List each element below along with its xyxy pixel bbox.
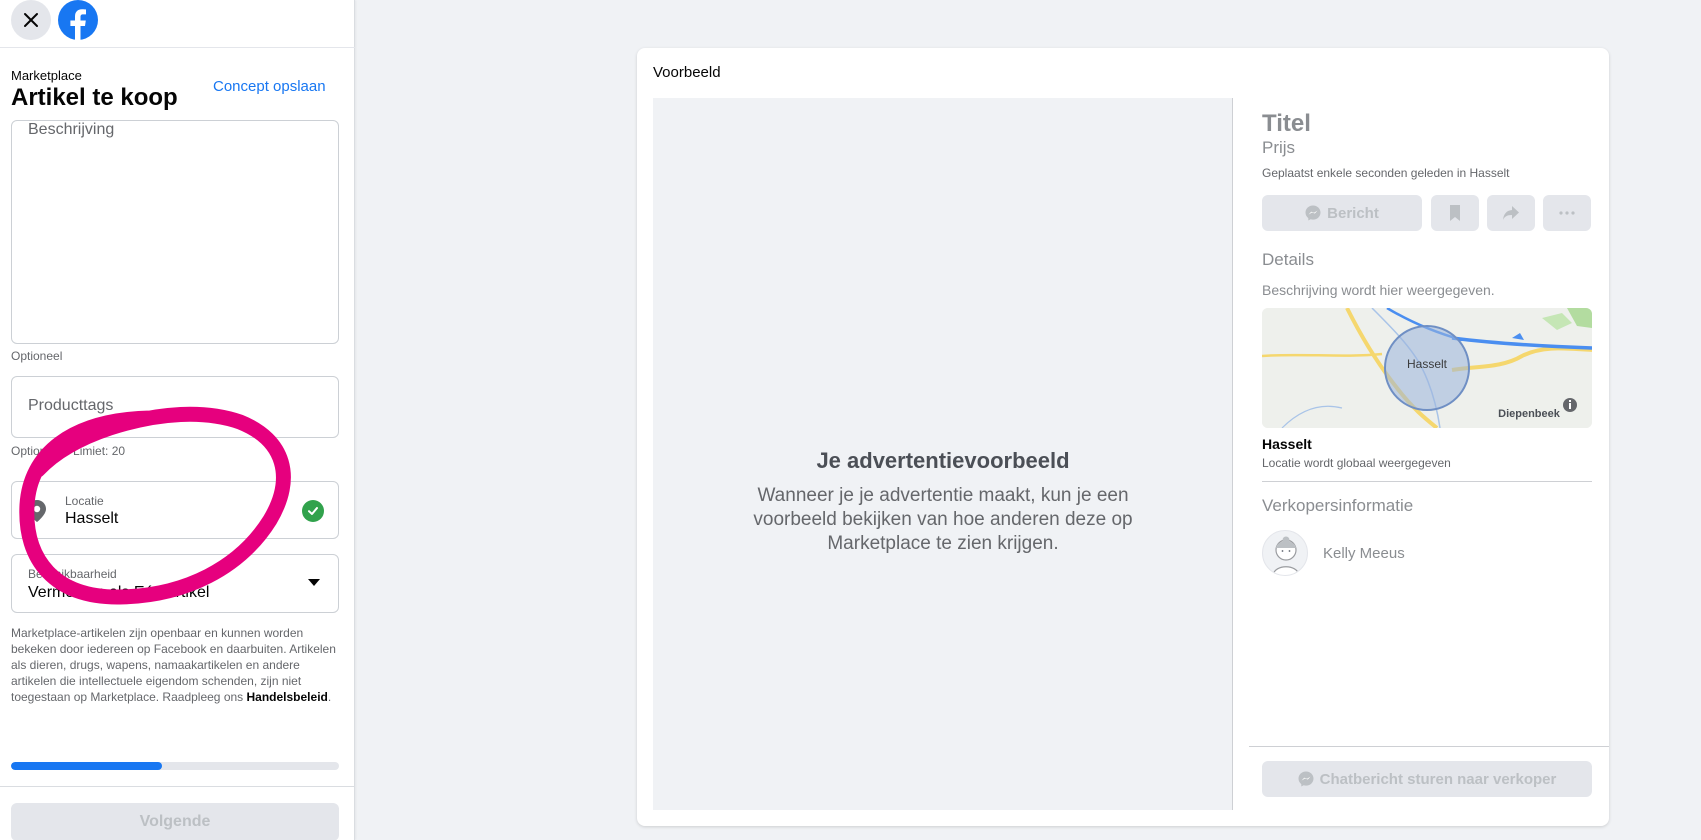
location-label: Locatie — [65, 494, 104, 508]
map-graphic: Hasselt Diepenbeek — [1262, 308, 1592, 428]
availability-select[interactable]: Beschikbaarheid Vermelden als Eén artike… — [11, 554, 339, 613]
details-heading: Details — [1262, 250, 1314, 269]
description-placeholder: Beschrijving — [28, 121, 115, 138]
item-title: Titel — [1262, 110, 1311, 137]
close-button[interactable] — [11, 0, 51, 40]
seller-heading: Verkopersinformatie — [1262, 496, 1414, 515]
product-tags-input[interactable]: Producttags — [11, 376, 339, 438]
messenger-icon — [1298, 771, 1314, 787]
preview-card: Voorbeeld Je advertentievoorbeeld Wannee… — [637, 48, 1609, 826]
info-divider — [1262, 481, 1592, 482]
progress-bar-fill — [11, 762, 162, 770]
share-button[interactable] — [1487, 195, 1535, 231]
footer-divider — [0, 786, 355, 787]
product-tags-hint: Optioneel · Limiet: 20 — [11, 444, 126, 458]
map-town-label: Diepenbeek — [1498, 408, 1561, 420]
seller-name[interactable]: Kelly Meeus — [1323, 545, 1405, 562]
chat-seller-button[interactable]: Chatbericht sturen naar verkoper — [1262, 761, 1592, 797]
avatar[interactable] — [1262, 530, 1308, 576]
description-hint: Optioneel — [11, 349, 63, 363]
product-tags-placeholder: Producttags — [28, 397, 114, 414]
details-text: Beschrijving wordt hier weergegeven. — [1262, 282, 1495, 298]
location-note: Locatie wordt globaal weergegeven — [1262, 456, 1451, 470]
close-icon — [24, 13, 38, 27]
facebook-logo-icon[interactable] — [58, 0, 98, 40]
description-textarea[interactable]: Beschrijving — [11, 120, 339, 344]
ad-preview-area: Je advertentievoorbeeld Wanneer je je ad… — [653, 98, 1233, 810]
message-button[interactable]: Bericht — [1262, 195, 1422, 231]
dropdown-caret-icon — [308, 579, 320, 586]
avatar-illustration-icon — [1272, 536, 1300, 575]
chat-seller-label: Chatbericht sturen naar verkoper — [1319, 770, 1557, 788]
availability-label: Beschikbaarheid — [28, 567, 117, 581]
sidebar-topbar — [0, 0, 355, 48]
next-button[interactable]: Volgende — [11, 803, 339, 840]
message-button-label: Bericht — [1327, 204, 1379, 222]
bookmark-icon — [1450, 205, 1460, 221]
listing-info-panel: Titel Prijs Geplaatst enkele seconden ge… — [1249, 98, 1609, 810]
map-city-label: Hasselt — [1407, 357, 1448, 371]
chat-divider — [1249, 746, 1609, 747]
item-price: Prijs — [1262, 138, 1296, 157]
policy-end: . — [327, 690, 332, 704]
more-options-icon — [1559, 211, 1575, 215]
page-title: Artikel te koop — [11, 84, 178, 111]
more-button[interactable] — [1543, 195, 1591, 231]
check-circle-icon — [302, 500, 324, 522]
location-name: Hasselt — [1262, 436, 1312, 452]
action-buttons: Bericht — [1262, 195, 1592, 231]
breadcrumb[interactable]: Marketplace — [11, 68, 82, 83]
policy-notice: Marketplace-artikelen zijn openbaar en k… — [11, 625, 339, 705]
progress-bar — [11, 762, 339, 770]
ad-preview-body: Wanneer je je advertentie maakt, kun je … — [753, 485, 1133, 554]
messenger-icon — [1305, 205, 1321, 221]
save-button[interactable] — [1431, 195, 1479, 231]
listing-sidebar: Marketplace Artikel te koop Concept opsl… — [0, 0, 355, 840]
location-pin-icon — [28, 500, 46, 522]
posted-time: Geplaatst enkele seconden geleden in Has… — [1262, 166, 1510, 180]
save-draft-link[interactable]: Concept opslaan — [213, 78, 326, 95]
preview-heading: Voorbeeld — [653, 64, 721, 81]
location-map[interactable]: Hasselt Diepenbeek — [1262, 308, 1592, 428]
share-icon — [1503, 206, 1519, 220]
availability-value: Vermelden als Eén artikel — [28, 584, 210, 601]
location-value: Hasselt — [65, 510, 119, 527]
ad-preview-title: Je advertentievoorbeeld — [816, 448, 1070, 473]
location-field[interactable]: Locatie Hasselt — [11, 481, 339, 539]
commerce-policy-link[interactable]: Handelsbeleid — [247, 690, 328, 704]
